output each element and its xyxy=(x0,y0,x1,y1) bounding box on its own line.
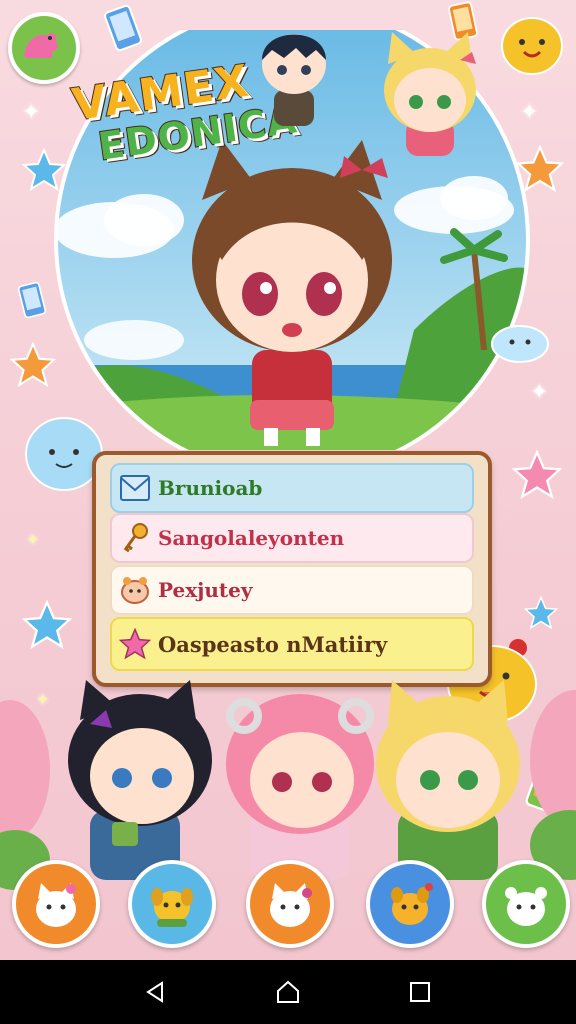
back-button[interactable] xyxy=(116,960,196,1024)
pet-button-puppy[interactable] xyxy=(366,860,454,948)
puppy-icon xyxy=(391,883,433,925)
character-group xyxy=(68,680,520,880)
menu-item-label: Brunioab xyxy=(158,476,263,500)
main-menu-panel: Brunioab Sangolaleyonten Pexjutey Oaspea… xyxy=(92,451,492,687)
menu-item-pet[interactable]: Pexjutey xyxy=(110,565,474,615)
home-icon xyxy=(277,980,299,1003)
menu-item-key[interactable]: Sangolaleyonten xyxy=(110,513,474,563)
blonde-cat-girl xyxy=(376,680,520,880)
sparkle-icon: ✦ xyxy=(22,100,41,125)
recents-button[interactable] xyxy=(380,960,460,1024)
dog-icon xyxy=(151,888,193,927)
pet-button-dog[interactable] xyxy=(128,860,216,948)
bear-icon xyxy=(505,887,547,926)
menu-item-star[interactable]: Oaspeasto nMatiiry xyxy=(110,617,474,671)
sparkle-icon: ✦ xyxy=(36,690,50,709)
cloud-pet xyxy=(491,325,549,363)
pet-button-kitten[interactable] xyxy=(246,860,334,948)
menu-item-mail[interactable]: Brunioab xyxy=(110,463,474,513)
star-icon xyxy=(22,600,72,650)
menu-item-label: Sangolaleyonten xyxy=(158,526,345,550)
yellow-blob-pet xyxy=(501,17,563,75)
pet-button-cat[interactable] xyxy=(12,860,100,948)
cat-icon xyxy=(36,883,76,927)
key-icon xyxy=(118,521,152,555)
recents-icon xyxy=(410,982,430,1002)
menu-item-label: Pexjutey xyxy=(158,578,253,602)
home-button[interactable] xyxy=(248,960,328,1024)
star-icon xyxy=(524,596,558,630)
back-icon xyxy=(146,981,163,1003)
dino-icon xyxy=(24,33,58,58)
star-icon xyxy=(118,627,152,661)
star-icon xyxy=(512,450,562,500)
menu-item-label: Oaspeasto nMatiiry xyxy=(158,631,388,657)
black-hair-cat-girl xyxy=(68,680,212,880)
blonde-cat-girl-character xyxy=(384,32,476,156)
pet-button-bear[interactable] xyxy=(482,860,570,948)
sparkle-icon: ✦ xyxy=(26,530,40,549)
kitten-icon xyxy=(270,883,312,927)
system-navigation-bar xyxy=(0,960,576,1024)
phone-icon xyxy=(17,281,47,319)
mail-icon xyxy=(118,471,152,505)
pink-hair-girl xyxy=(226,694,374,880)
pet-icon xyxy=(118,573,152,607)
bush-decoration xyxy=(0,700,50,840)
pet-button-bar xyxy=(0,860,576,960)
star-icon xyxy=(10,342,56,388)
sparkle-icon: ✦ xyxy=(530,380,549,405)
boy-character xyxy=(262,34,326,126)
